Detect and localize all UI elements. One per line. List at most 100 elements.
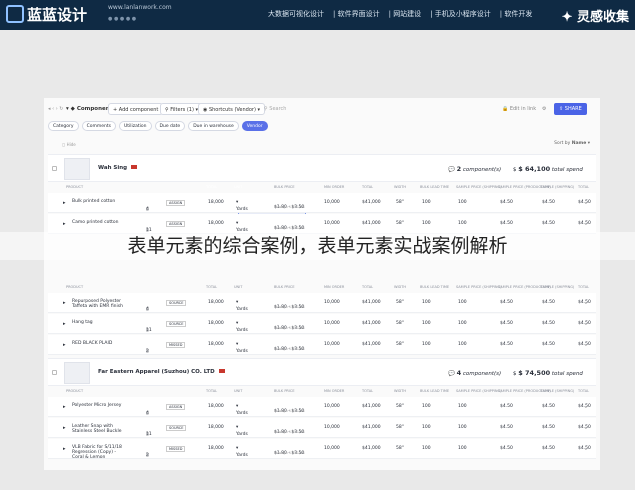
unit-select[interactable]: Yards ▾ xyxy=(236,446,248,458)
cell-lead: 100 xyxy=(422,321,431,326)
chevron-down-icon[interactable]: ⌄ xyxy=(584,221,588,227)
cell-min: 10,000 xyxy=(324,221,340,226)
chevron-down-icon[interactable]: ⌄ xyxy=(584,446,588,452)
shortcuts-button[interactable]: ◉ Shortcuts (Vendor) ▾ xyxy=(198,103,266,115)
table-header: PRODUCT TOTAL UNIT BULK PRICE MIN ORDER TOTAL… xyxy=(48,387,596,397)
supplier-checkbox[interactable] xyxy=(52,166,57,171)
supplier-checkbox[interactable] xyxy=(52,370,57,375)
table-row[interactable]: ▸ Hang tag ▯ 11 SOURCE 18,000 Yards ▾ $1.80 - … xyxy=(48,314,596,334)
expand-icon[interactable]: ▸ xyxy=(63,446,66,452)
cell-s1: 100 xyxy=(458,342,467,347)
status-badge: SOURCE xyxy=(166,425,187,431)
expand-icon[interactable]: ▸ xyxy=(63,300,66,306)
unit-select[interactable]: Yards ▾ xyxy=(236,300,248,312)
cell-s2: $4.50 xyxy=(500,404,513,409)
table-row[interactable]: ▸ Repurposed Polyester Taffeta with EMR f… xyxy=(48,293,596,313)
site-nav-item[interactable]: 手机及小程序设计 xyxy=(435,10,491,18)
unit-select[interactable]: Yards ▾ xyxy=(236,425,248,437)
cell-tot: $41,000 xyxy=(362,221,381,226)
flag-icon xyxy=(131,165,138,169)
cell-s2: $4.50 xyxy=(500,342,513,347)
nav-arrows[interactable]: ◂ ‹ › ↻ xyxy=(48,103,63,115)
cell-lead: 100 xyxy=(422,425,431,430)
chevron-down-icon[interactable]: ⌄ xyxy=(584,404,588,410)
tab-utilization[interactable]: Utilization xyxy=(118,121,152,131)
site-logo[interactable]: 蓝蓝设计 xyxy=(6,4,87,25)
cell-width: 58" xyxy=(396,425,404,430)
cell-min: 10,000 xyxy=(324,425,340,430)
settings-icon[interactable]: ⚙ xyxy=(542,103,546,115)
chevron-down-icon[interactable]: ⌄ xyxy=(584,300,588,306)
cell-s3: $4.50 xyxy=(542,300,555,305)
site-nav: 大数据可视化设计 | 软件界面设计 | 网站建设 | 手机及小程序设计 | 软件开发 xyxy=(268,10,533,18)
site-nav-item[interactable]: 软件开发 xyxy=(504,10,532,18)
table-row[interactable]: ▸ Polyester Micro Jersey ▯ 4 ASSIGN 18,000 Ya… xyxy=(48,397,596,417)
supplier-header[interactable]: Far Eastern Apparel (Suzhou) CO. LTD 💬 4… xyxy=(48,358,596,386)
supplier-header[interactable]: Wah Sing 💬 2 component(s) $ $ 64,100 tot… xyxy=(48,154,596,182)
search-input[interactable]: ⚲ Search xyxy=(264,103,286,115)
tab-due-date[interactable]: Due date xyxy=(154,121,186,131)
product-name[interactable]: Camo printed cotton xyxy=(72,220,124,225)
chevron-down-icon[interactable]: ⌄ xyxy=(584,425,588,431)
component-count: 💬 4 component(s) xyxy=(448,369,502,377)
expand-icon[interactable]: ▸ xyxy=(63,404,66,410)
table-row[interactable]: ▸ Leather Snap with Stainless Steel Buckl… xyxy=(48,418,596,438)
tab-vendor[interactable]: Vendor xyxy=(241,121,268,131)
table-row[interactable]: ▸ Bulk printed cotton ▯ 4 ASSIGN 18,000 Yards… xyxy=(48,193,596,213)
expand-icon[interactable]: ▸ xyxy=(63,425,66,431)
table-row[interactable]: ▸ RED BLACK PLAID ▯ 2 MISSED 18,000 Yards ▾ $1… xyxy=(48,335,596,355)
cell-s2: $4.50 xyxy=(500,425,513,430)
cell-width: 58" xyxy=(396,446,404,451)
chat-icon: 💬 xyxy=(448,371,455,377)
search-icon: ⚲ xyxy=(264,106,268,112)
unit-select[interactable]: Yards ▾ xyxy=(236,404,248,416)
unit-select[interactable]: Yards ▾ xyxy=(236,342,248,354)
site-nav-item[interactable]: 大数据可视化设计 xyxy=(268,10,324,18)
add-component-button[interactable]: + Add component xyxy=(108,103,164,115)
sort-select[interactable]: Sort by Name ▾ xyxy=(554,141,590,146)
expand-icon[interactable]: ▸ xyxy=(63,321,66,327)
site-nav-item[interactable]: 网站建设 xyxy=(393,10,421,18)
tab-comments[interactable]: Comments xyxy=(81,121,116,131)
cell-lead: 100 xyxy=(422,342,431,347)
product-name[interactable]: RED BLACK PLAID xyxy=(72,341,124,346)
product-name[interactable]: VLB Fabric for S/11/18 Regression (Copy)… xyxy=(72,445,124,460)
cell-total: 18,000 xyxy=(208,200,224,205)
status-badge: MISSED xyxy=(166,342,186,348)
table-row[interactable]: ▸ Camo printed cotton ▯ 11 ASSIGN 18,000 Yard… xyxy=(48,214,596,234)
tab-due-in-warehouse[interactable]: Due in warehouse xyxy=(188,121,239,131)
unit-select[interactable]: Yards ▾ xyxy=(236,221,248,233)
chevron-down-icon[interactable]: ⌄ xyxy=(584,321,588,327)
expand-icon[interactable]: ▸ xyxy=(63,342,66,348)
product-name[interactable]: Polyester Micro Jersey xyxy=(72,403,124,408)
site-nav-item[interactable]: 软件界面设计 xyxy=(338,10,380,18)
chevron-down-icon[interactable]: ⌄ xyxy=(584,342,588,348)
cell-tot: $41,000 xyxy=(362,200,381,205)
status-badge: SOURCE xyxy=(166,300,187,306)
cell-width: 58" xyxy=(396,200,404,205)
cell-total: 18,000 xyxy=(208,221,224,226)
cell-lead: 100 xyxy=(422,404,431,409)
hide-toggle[interactable]: ◻ Hide xyxy=(62,142,76,147)
product-name[interactable]: Hang tag xyxy=(72,320,124,325)
expand-icon[interactable]: ▸ xyxy=(63,221,66,227)
unit-select[interactable]: Yards ▾ xyxy=(236,321,248,333)
expand-icon[interactable]: ▸ xyxy=(63,200,66,206)
supplier-name: Far Eastern Apparel (Suzhou) CO. LTD xyxy=(98,369,225,375)
product-name[interactable]: Bulk printed cotton xyxy=(72,199,124,204)
tab-category[interactable]: Category xyxy=(48,121,79,131)
table-row[interactable]: ▸ VLB Fabric for S/11/18 Regression (Copy… xyxy=(48,439,596,460)
cell-lead: 100 xyxy=(422,221,431,226)
product-name[interactable]: Repurposed Polyester Taffeta with EMR fi… xyxy=(72,299,124,309)
edit-link[interactable]: 🔒 Edit in link xyxy=(502,103,536,115)
cell-total: 18,000 xyxy=(208,300,224,305)
status-badge: ASSIGN xyxy=(166,404,186,410)
toolbar: ◂ ‹ › ↻ ▾ ◆ Components + Add component ⚲… xyxy=(44,103,600,117)
chevron-down-icon[interactable]: ⌄ xyxy=(584,200,588,206)
product-name[interactable]: Leather Snap with Stainless Steel Buckle xyxy=(72,424,124,434)
unit-select[interactable]: Yards ▾ xyxy=(236,200,248,212)
cell-tot: $41,000 xyxy=(362,342,381,347)
share-button[interactable]: ⇪ SHARE xyxy=(554,103,587,115)
chat-icon: 💬 xyxy=(448,167,455,173)
filters-button[interactable]: ⚲ Filters (1) ▾ xyxy=(160,103,204,115)
